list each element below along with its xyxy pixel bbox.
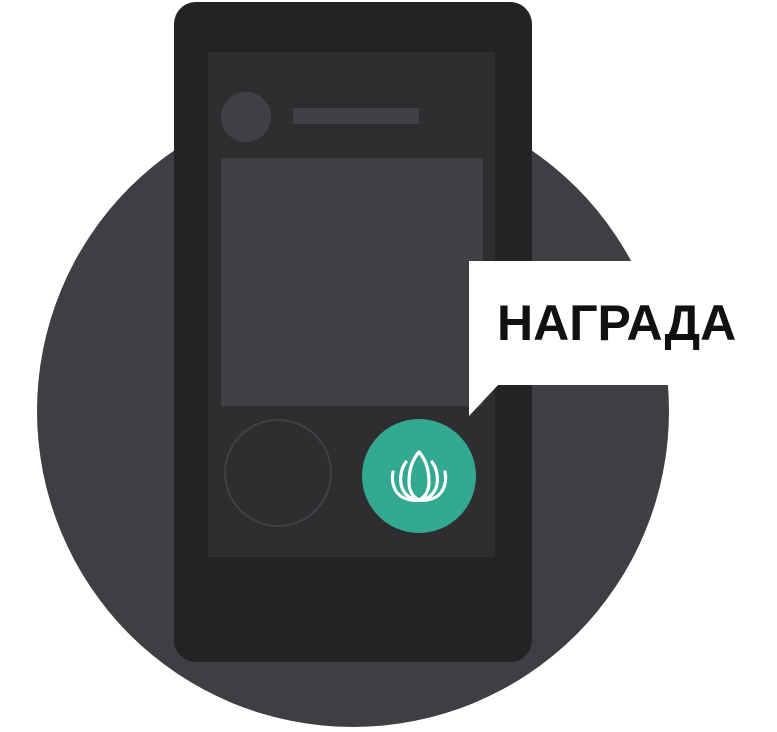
phone-screen — [208, 52, 495, 557]
username-placeholder — [293, 108, 419, 124]
secondary-action-button[interactable] — [224, 419, 332, 527]
tooltip-pointer — [469, 384, 499, 416]
award-tooltip: НАГРАДА — [469, 261, 777, 385]
award-button[interactable] — [362, 419, 476, 533]
post-media-placeholder — [221, 158, 483, 406]
avatar-placeholder — [221, 92, 271, 142]
tooltip-label: НАГРАДА — [497, 295, 737, 351]
lotus-icon — [390, 450, 448, 502]
